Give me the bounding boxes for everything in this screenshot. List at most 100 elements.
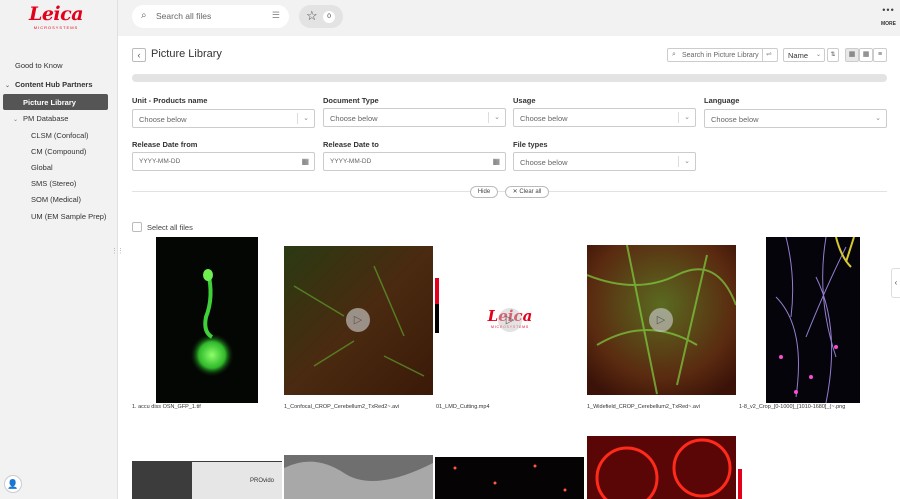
nav-picture-library[interactable]: Picture Library xyxy=(3,94,108,110)
chevron-down-icon: ⌄ xyxy=(13,117,19,123)
nav-pm-database-label: PM Database xyxy=(23,114,69,123)
file-name[interactable]: 1-8_v2_Crop_[0-1000]_[1010-1680]_(~.png xyxy=(739,404,889,410)
thumbnail-grayscale xyxy=(284,455,433,499)
leica-logo[interactable]: Leica MICROSYSTEMS xyxy=(28,3,84,33)
play-icon[interactable]: ▷ xyxy=(649,308,673,332)
topbar: ⌕ Search all files ☰ ☆ 0 ••• MORE xyxy=(118,0,900,36)
thumbnail-red-cells xyxy=(587,436,736,499)
clear-all-label: Clear all xyxy=(519,189,542,195)
select-all-checkbox[interactable] xyxy=(132,222,142,232)
doctype-value: Choose below xyxy=(330,114,378,123)
sidebar: Leica MICROSYSTEMS Good to Know ⌄ Content… xyxy=(0,0,124,499)
filetypes-select[interactable]: Choose below ⌄ xyxy=(513,152,696,171)
chevron-down-icon: ⌄ xyxy=(875,115,881,122)
chevron-down-icon: ⌄ xyxy=(5,83,11,89)
calendar-icon[interactable]: ▦ xyxy=(492,157,500,166)
file-name[interactable]: 01_LMD_Cutting.mp4 xyxy=(436,404,586,410)
favorites-button[interactable]: ☆ 0 xyxy=(299,5,343,28)
nav-item-sms[interactable]: SMS (Stereo) xyxy=(31,179,76,188)
file-name[interactable]: 1. accu diss OSN_GFP_1.tif xyxy=(132,404,282,410)
global-search[interactable]: ⌕ Search all files ☰ xyxy=(132,5,289,28)
file-tile[interactable]: ▷ xyxy=(283,237,433,403)
divider xyxy=(297,113,298,124)
thumbnail-gfp-neuron xyxy=(156,237,258,403)
play-icon[interactable]: ▷ xyxy=(498,308,522,332)
resize-grip-icon[interactable]: ⋮⋮ xyxy=(111,247,124,255)
hide-filters-button[interactable]: Hide xyxy=(470,186,498,198)
nav-item-um[interactable]: UM (EM Sample Prep) xyxy=(31,212,106,221)
file-tile[interactable] xyxy=(284,428,434,499)
video-frame-edge xyxy=(435,278,439,304)
nav-good-to-know[interactable]: Good to Know xyxy=(15,61,63,70)
star-icon: ☆ xyxy=(306,8,318,23)
search-icon: ⌕ xyxy=(141,10,147,21)
sort-direction-button[interactable]: ⇅ xyxy=(827,48,839,62)
file-tile[interactable] xyxy=(738,428,888,499)
date-from-input[interactable]: YYYY-MM-DD ▦ xyxy=(132,152,315,171)
date-to-label: Release Date to xyxy=(323,140,379,149)
filetypes-label: File types xyxy=(513,140,548,149)
thumbnail-dark-dots xyxy=(435,457,584,499)
unit-select[interactable]: Choose below ⌄ xyxy=(132,109,315,128)
filetypes-value: Choose below xyxy=(520,158,568,167)
sort-select[interactable]: Name ⌄ xyxy=(783,48,825,62)
search-options-icon[interactable]: ⇌ xyxy=(766,50,772,58)
grid-large-view-icon[interactable]: ▦ xyxy=(845,48,859,62)
grid-small-view-icon[interactable]: ▦ xyxy=(859,48,873,62)
file-tile[interactable]: PROvido xyxy=(132,428,282,499)
chevron-down-icon: ⌄ xyxy=(815,52,821,58)
search-icon: ⌕ xyxy=(672,51,676,58)
file-tile[interactable]: ▷ xyxy=(587,237,737,403)
divider xyxy=(678,156,679,167)
chevron-left-icon[interactable]: ‹ xyxy=(891,268,900,298)
calendar-icon[interactable]: ▦ xyxy=(301,157,309,166)
file-name[interactable]: 1_Confocal_CROP_Cerebellum2_TxRed2~.avi xyxy=(284,404,434,410)
unit-value: Choose below xyxy=(139,115,187,124)
back-button[interactable]: ‹ xyxy=(132,48,146,62)
sort-value: Name xyxy=(788,51,809,60)
chevron-down-icon: ⌄ xyxy=(494,114,500,121)
file-tile[interactable] xyxy=(738,237,888,403)
language-select[interactable]: Choose below ⌄ xyxy=(704,109,887,128)
chevron-down-icon: ⌄ xyxy=(303,115,309,122)
library-search-input[interactable]: Search in Picture Library xyxy=(682,52,759,59)
file-tile[interactable]: Leica MICROSYSTEMS ▷ xyxy=(435,237,585,403)
more-button[interactable]: ••• MORE xyxy=(881,5,896,28)
library-search[interactable]: ⌕ Search in Picture Library ⇌ xyxy=(667,48,778,62)
search-input[interactable]: Search all files xyxy=(156,11,211,21)
date-to-input[interactable]: YYYY-MM-DD ▦ xyxy=(323,152,506,171)
list-view-icon[interactable]: ≡ xyxy=(873,48,887,62)
nav-item-cm[interactable]: CM (Compound) xyxy=(31,147,86,156)
file-tile[interactable] xyxy=(435,428,585,499)
thumbnail-provido xyxy=(132,461,282,499)
loading-bar xyxy=(132,74,887,82)
doctype-label: Document Type xyxy=(323,96,379,105)
file-tile[interactable] xyxy=(587,428,737,499)
nav-item-som[interactable]: SOM (Medical) xyxy=(31,195,81,204)
file-tile[interactable] xyxy=(132,237,282,403)
usage-value: Choose below xyxy=(520,114,568,123)
video-frame-edge xyxy=(738,469,742,499)
more-dots-icon: ••• xyxy=(882,5,895,15)
logo-subtext: MICROSYSTEMS xyxy=(33,25,79,30)
file-name[interactable]: 1_Widefield_CROP_Cerebellum2_TxRed~.avi xyxy=(587,404,737,410)
chevron-down-icon: ⌄ xyxy=(684,158,690,165)
play-icon[interactable]: ▷ xyxy=(346,308,370,332)
clear-all-button[interactable]: ✕ Clear all xyxy=(505,186,549,198)
doctype-select[interactable]: Choose below ⌄ xyxy=(323,108,506,127)
thumbnail-neurons-color xyxy=(766,237,860,403)
date-from-label: Release Date from xyxy=(132,140,198,149)
filter-settings-icon[interactable]: ☰ xyxy=(272,10,280,21)
user-icon[interactable]: 👤 xyxy=(4,475,22,493)
unit-label: Unit - Products name xyxy=(132,96,208,105)
nav-pm-database[interactable]: ⌄ PM Database xyxy=(13,114,68,123)
divider xyxy=(678,112,679,123)
date-to-placeholder: YYYY-MM-DD xyxy=(330,158,372,165)
nav-item-clsm[interactable]: CLSM (Confocal) xyxy=(31,131,89,140)
nav-content-hub[interactable]: ⌄ Content Hub Partners xyxy=(5,80,93,89)
select-all-label: Select all files xyxy=(147,223,193,232)
nav-item-global[interactable]: Global xyxy=(31,163,53,172)
app: Leica MICROSYSTEMS Good to Know ⌄ Content… xyxy=(0,0,900,499)
usage-select[interactable]: Choose below ⌄ xyxy=(513,108,696,127)
more-label: MORE xyxy=(881,21,896,27)
